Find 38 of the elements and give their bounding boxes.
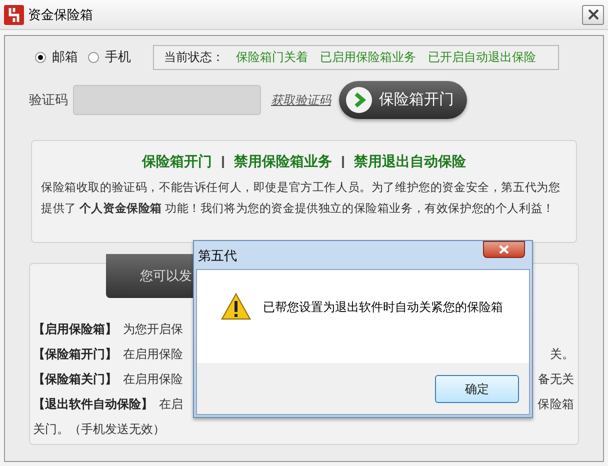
dialog-message: 已帮您设置为退出软件时自动关紧您的保险箱	[263, 298, 503, 316]
close-button[interactable]	[483, 241, 525, 258]
radio-label[interactable]: 邮箱	[52, 47, 78, 67]
play-icon	[345, 86, 373, 114]
item-title: 【保险箱开门】	[33, 346, 117, 362]
info-paragraph: 保险箱收取的验证码，不能告诉任何人，即使是官方工作人员。为了维护您的资金安全，第五代为您提供了 个人资金保险箱 功能！我们将为您的资金提供独立的保险箱业务，有效保护您的个人利益！	[41, 180, 562, 217]
radio-button[interactable]	[88, 52, 99, 62]
verify-code-field[interactable]	[73, 85, 261, 115]
app-logo-icon	[4, 4, 24, 24]
get-code-link[interactable]: 获取验证码	[271, 91, 331, 109]
action-link[interactable]: 禁用退出自动保险	[354, 151, 466, 172]
item-description: 在启用保险	[123, 370, 183, 388]
status-text: 保险箱门关着	[236, 49, 308, 66]
warning-icon	[221, 293, 251, 320]
status-label: 当前状态：	[164, 49, 224, 66]
ok-button[interactable]: 确定	[435, 374, 519, 402]
item-description: 在启	[159, 396, 183, 412]
item-title: 【退出软件自动保险】	[33, 396, 153, 412]
item-description: 保 险箱	[538, 396, 574, 412]
window-title: 资金保险箱	[28, 6, 93, 24]
status-text: 已开启自动退出保险	[428, 49, 536, 66]
status-text: 已启用保险箱业务	[320, 49, 416, 66]
field-label: 验证码	[29, 91, 69, 110]
item-description: 关。	[550, 346, 574, 362]
action-link[interactable]: 保险箱开门	[142, 151, 212, 172]
close-icon	[499, 245, 509, 254]
radio-label[interactable]: 手机	[105, 47, 131, 67]
item-description: 备无关	[538, 370, 574, 388]
item-description: 在启用保险	[123, 346, 183, 362]
item-title: 【保险箱关门】	[33, 370, 117, 388]
item-description: 关门。（手机发送无效）	[33, 420, 165, 438]
open-door-button[interactable]: 保险箱开门	[339, 81, 467, 119]
close-button[interactable]	[582, 4, 604, 24]
item-title: 【启用保险箱】	[33, 320, 117, 338]
radio-button[interactable]	[35, 52, 46, 62]
action-link[interactable]: 禁用保险箱业务	[234, 151, 332, 172]
close-icon	[588, 9, 598, 20]
item-description: 为您开启保	[123, 320, 183, 338]
